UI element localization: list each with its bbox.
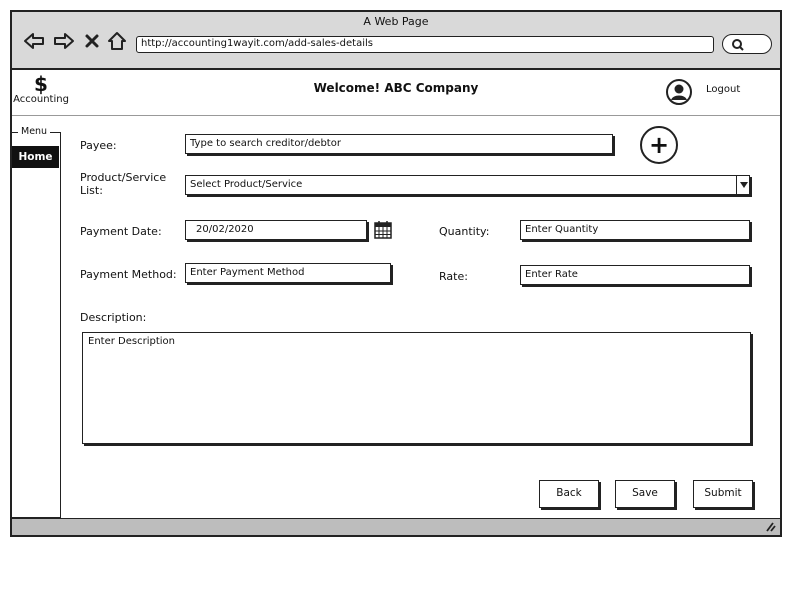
save-button[interactable]: Save [615,480,675,508]
quantity-input[interactable]: Enter Quantity [520,220,750,240]
rate-label: Rate: [439,270,468,283]
logo-label: Accounting [13,94,69,105]
product-select-value: Select Product/Service [190,179,303,190]
payee-label: Payee: [80,139,117,152]
rate-input[interactable]: Enter Rate [520,265,750,285]
dropdown-arrow-icon[interactable] [736,176,749,194]
resize-grip-icon[interactable] [764,522,776,532]
quantity-label: Quantity: [439,225,490,238]
logout-link[interactable]: Logout [706,84,740,95]
product-select[interactable]: Select Product/Service [185,175,750,195]
calendar-icon[interactable] [374,220,392,243]
back-arrow-icon[interactable] [22,30,46,52]
description-label: Description: [80,311,147,324]
add-payee-button[interactable]: + [640,126,678,164]
sidebar: Menu Home [12,126,61,518]
back-button[interactable]: Back [539,480,599,508]
sidebar-item-home[interactable]: Home [12,146,59,168]
product-label-line1: Product/Service [80,171,167,184]
search-icon [732,39,744,51]
browser-chrome: A Web Page http://accounting1wayit.com/a… [12,12,780,70]
product-label-line2: List: [80,184,103,197]
payee-input[interactable]: Type to search creditor/debtor [185,134,613,154]
browser-window: A Web Page http://accounting1wayit.com/a… [10,10,782,537]
description-textarea[interactable]: Enter Description [82,332,751,444]
user-icon[interactable] [665,78,693,110]
browser-search-box[interactable] [722,34,772,54]
home-icon[interactable] [105,30,129,52]
status-bar [12,518,780,535]
forward-arrow-icon[interactable] [52,30,76,52]
product-label: Product/Service List: [80,171,166,197]
payment-method-input[interactable]: Enter Payment Method [185,263,391,283]
window-title: A Web Page [363,15,429,28]
payment-method-label: Payment Method: [80,268,177,281]
close-icon[interactable] [80,30,104,52]
address-bar[interactable]: http://accounting1wayit.com/add-sales-de… [136,36,714,53]
sidebar-menu-label: Menu [18,126,51,137]
payment-date-input[interactable]: 20/02/2020 [185,220,367,240]
app-header: $ Accounting Welcome! ABC Company Logout [12,70,780,116]
submit-button[interactable]: Submit [693,480,753,508]
payment-date-label: Payment Date: [80,225,162,238]
